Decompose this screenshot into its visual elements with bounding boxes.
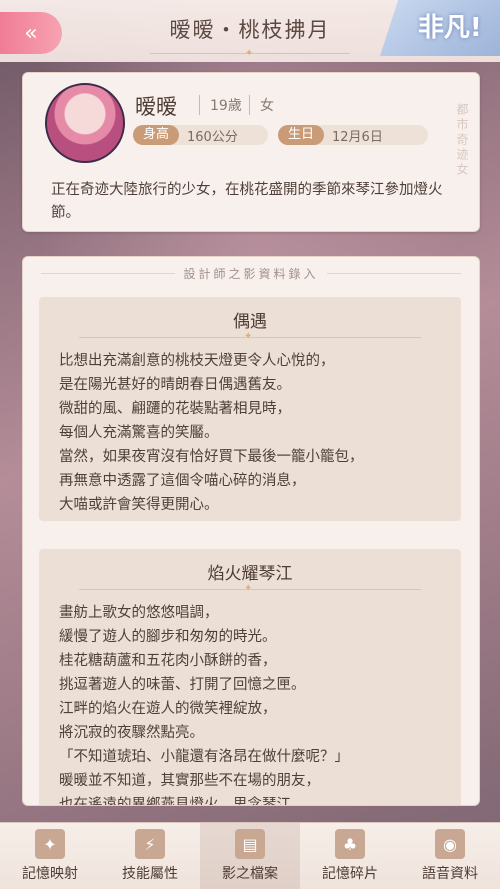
record-section-text: 比想出充滿創意的桃枝天燈更令人心悅的， 是在陽光甚好的晴朗春日偶遇舊友。 微甜的… <box>59 353 364 513</box>
document-icon: ▤ <box>235 829 265 859</box>
diamond-icon: ✦ <box>244 583 253 594</box>
records-card[interactable]: 設計師之影資料錄入 偶遇 ✦ 比想出充滿創意的桃枝天燈更令人心悅的， 是在陽光甚… <box>22 256 480 806</box>
birthday-pill: 生日 12月6日 <box>278 125 428 145</box>
nav-label: 技能屬性 <box>122 866 178 882</box>
diamond-icon: ✦ <box>245 48 254 59</box>
birthday-label: 生日 <box>278 125 325 145</box>
character-name: 暧暧 <box>135 95 177 119</box>
records-title-text: 設計師之影資料錄入 <box>175 267 327 281</box>
record-section-title: 焰火耀琴江 <box>207 564 293 584</box>
birthday-value: 12月6日 <box>332 129 383 145</box>
height-label: 身高 <box>133 125 180 145</box>
records-title: 設計師之影資料錄入 <box>23 265 479 282</box>
record-section-title: 偶遇 <box>233 312 267 332</box>
nav-label: 記憶映射 <box>22 866 78 882</box>
character-age: 19歲 <box>199 95 242 115</box>
lightning-icon: ⚡ <box>135 829 165 859</box>
nav-label: 語音資料 <box>422 866 478 882</box>
header-bar: « 暧暧・桃枝拂月 ✦ 非凡! <box>0 0 500 62</box>
nav-item-shadow-archive[interactable]: ▤ 影之檔案 <box>200 823 300 889</box>
nav-label: 記憶碎片 <box>322 866 378 882</box>
rarity-badge-text: 非凡! <box>418 12 482 43</box>
character-intro: 正在奇迹大陸旅行的少女，在桃花盛開的季節來琴江參加燈火節。 <box>51 182 443 221</box>
height-pill: 身高 160公分 <box>133 125 268 145</box>
rarity-badge: 非凡! <box>379 0 500 56</box>
profile-card: 暧暧 19歲 女 身高 160公分 生日 12月6日 都市奇迹女 正在奇迹大陸旅… <box>22 72 480 232</box>
phone-icon: ◉ <box>435 829 465 859</box>
nav-item-memory-mapping[interactable]: ✦ 記憶映射 <box>0 823 100 889</box>
nav-item-voice-data[interactable]: ◉ 語音資料 <box>400 823 500 889</box>
diamond-icon: ✦ <box>244 331 253 342</box>
card-icon: ✦ <box>35 829 65 859</box>
record-section: 焰火耀琴江 ✦ 畫舫上歌女的悠悠唱調， 緩慢了遊人的腳步和匆匆的時光。 桂花糖葫… <box>39 549 461 806</box>
bottom-nav: ✦ 記憶映射 ⚡ 技能屬性 ▤ 影之檔案 ♣ 記憶碎片 ◉ 語音資料 <box>0 822 500 889</box>
character-gender: 女 <box>249 95 274 115</box>
nav-label: 影之檔案 <box>222 866 278 882</box>
record-section-text: 畫舫上歌女的悠悠唱調， 緩慢了遊人的腳步和匆匆的時光。 桂花糖葫蘆和五花肉小酥餅… <box>59 605 349 806</box>
height-value: 160公分 <box>187 129 238 145</box>
nav-item-memory-fragments[interactable]: ♣ 記憶碎片 <box>300 823 400 889</box>
avatar <box>45 83 125 163</box>
side-watermark-text: 都市奇迹女 <box>455 103 469 178</box>
record-section: 偶遇 ✦ 比想出充滿創意的桃枝天燈更令人心悅的， 是在陽光甚好的晴朗春日偶遇舊友… <box>39 297 461 521</box>
nav-item-skill-attributes[interactable]: ⚡ 技能屬性 <box>100 823 200 889</box>
dress-icon: ♣ <box>335 829 365 859</box>
